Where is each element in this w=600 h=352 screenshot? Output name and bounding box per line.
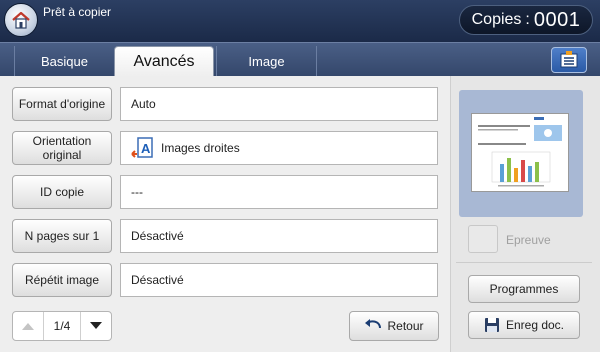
n-up-button[interactable]: N pages sur 1 xyxy=(12,219,112,253)
copies-counter[interactable]: Copies : 0001 xyxy=(459,5,593,35)
copies-value: 0001 xyxy=(533,8,581,31)
original-format-value: Auto xyxy=(120,87,438,121)
tab-divider xyxy=(316,46,317,77)
copies-label: Copies xyxy=(471,11,522,28)
proof-label: Epreuve xyxy=(506,233,551,247)
tab-avances[interactable]: Avancés xyxy=(114,46,214,77)
save-document-button[interactable]: Enreg doc. xyxy=(468,311,580,339)
programs-button[interactable]: Programmes xyxy=(468,275,580,303)
home-icon xyxy=(12,11,30,29)
original-orientation-value: A Images droites xyxy=(120,131,438,165)
n-up-value: Désactivé xyxy=(120,219,438,253)
document-preview-thumbnail xyxy=(471,113,569,192)
tab-image[interactable]: Image xyxy=(216,46,316,77)
floppy-disk-icon xyxy=(484,318,499,332)
orientation-label-line1: Orientation xyxy=(32,134,92,148)
return-arrow-icon xyxy=(365,319,382,329)
top-bar: Prêt à copier Copies : 0001 xyxy=(0,0,600,42)
status-message: Prêt à copier xyxy=(43,5,112,19)
copies-separator: : xyxy=(525,11,530,28)
tab-basique[interactable]: Basique xyxy=(14,46,114,77)
page-navigator: 1/4 xyxy=(12,311,112,341)
side-divider xyxy=(456,262,592,263)
original-orientation-button[interactable]: Orientation original xyxy=(12,131,112,165)
list-menu-icon xyxy=(560,51,578,68)
image-repeat-value: Désactivé xyxy=(120,263,438,297)
original-format-button[interactable]: Format d'origine xyxy=(12,87,112,121)
image-repeat-button[interactable]: Répétit image xyxy=(12,263,112,297)
orientation-value-text: Images droites xyxy=(161,141,240,155)
orientation-portrait-icon: A xyxy=(131,136,155,160)
triangle-down-icon xyxy=(90,322,102,329)
page-down-button[interactable] xyxy=(81,312,111,340)
page-indicator: 1/4 xyxy=(43,312,81,340)
tab-bar: Basique Avancés Image xyxy=(0,42,600,77)
orientation-label-line2: original xyxy=(42,148,82,162)
id-copy-button[interactable]: ID copie xyxy=(12,175,112,209)
back-button[interactable]: Retour xyxy=(349,311,439,341)
save-document-label: Enreg doc. xyxy=(505,318,565,332)
home-button[interactable] xyxy=(4,3,38,37)
page-up-button[interactable] xyxy=(13,312,43,340)
svg-text:A: A xyxy=(141,141,151,156)
triangle-up-icon xyxy=(22,323,34,330)
id-copy-value: --- xyxy=(120,175,438,209)
back-label: Retour xyxy=(387,319,424,333)
proof-checkbox[interactable] xyxy=(468,225,498,253)
menu-button[interactable] xyxy=(551,47,587,73)
